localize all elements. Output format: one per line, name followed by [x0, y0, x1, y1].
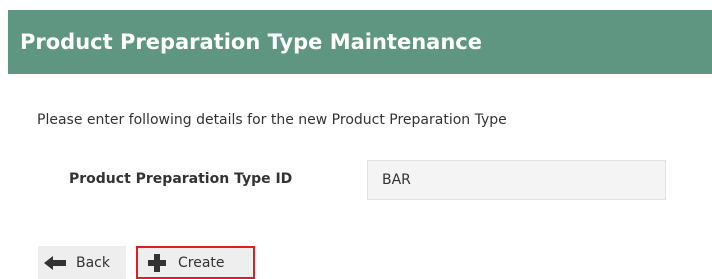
create-button-label: Create: [178, 254, 225, 271]
plus-icon: [148, 253, 166, 272]
arrow-left-icon: [44, 255, 66, 270]
form-instructions: Please enter following details for the n…: [37, 112, 507, 128]
create-button[interactable]: Create: [136, 246, 255, 279]
back-button[interactable]: Back: [38, 246, 126, 279]
page-title: Product Preparation Type Maintenance: [20, 30, 482, 54]
page: Product Preparation Type Maintenance Ple…: [0, 0, 712, 279]
product-preparation-type-id-label: Product Preparation Type ID: [69, 171, 293, 187]
back-button-label: Back: [76, 254, 110, 271]
page-header: Product Preparation Type Maintenance: [8, 10, 712, 74]
product-preparation-type-id-input[interactable]: [367, 160, 666, 200]
